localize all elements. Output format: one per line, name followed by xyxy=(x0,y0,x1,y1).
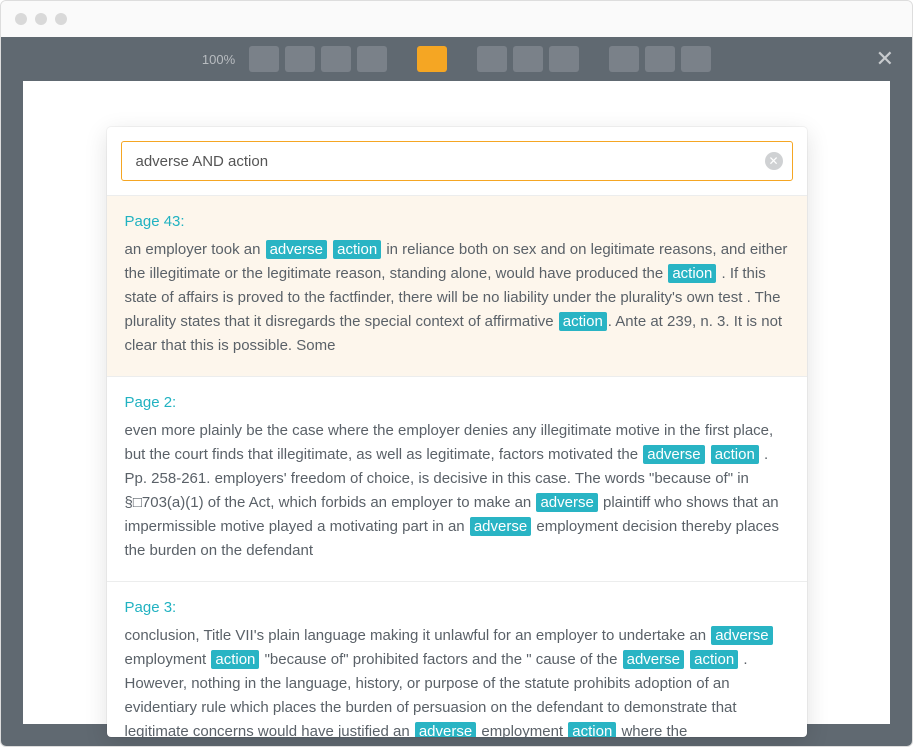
search-modal: ✕ Page 43: an employer took an adverse ac… xyxy=(107,127,807,737)
window-minimize-dot[interactable] xyxy=(35,13,47,25)
toolbar-button-9[interactable] xyxy=(645,46,675,72)
content-area: 100% ✕ and records which Hopkins had ama… xyxy=(1,37,912,746)
page-link[interactable]: Page 43: xyxy=(125,210,185,234)
search-results-list[interactable]: Page 43: an employer took an adverse acti… xyxy=(107,195,807,737)
search-highlight: adverse xyxy=(266,240,327,259)
search-input[interactable] xyxy=(121,141,793,181)
search-highlight: adverse xyxy=(643,445,704,464)
search-result[interactable]: Page 3: conclusion, Title VII's plain lan… xyxy=(107,581,807,737)
search-highlight: adverse xyxy=(711,626,772,645)
result-snippet: an employer took an adverse action in re… xyxy=(125,238,789,358)
toolbar-button-8[interactable] xyxy=(609,46,639,72)
toolbar-button-7[interactable] xyxy=(549,46,579,72)
search-highlight: adverse xyxy=(415,722,476,737)
search-highlight: action xyxy=(333,240,381,259)
page-link[interactable]: Page 2: xyxy=(125,391,177,415)
toolbar-button-6[interactable] xyxy=(513,46,543,72)
search-result[interactable]: Page 43: an employer took an adverse acti… xyxy=(107,195,807,376)
toolbar-button-4[interactable] xyxy=(357,46,387,72)
search-row: ✕ xyxy=(107,127,807,195)
titlebar xyxy=(1,1,912,37)
window-zoom-dot[interactable] xyxy=(55,13,67,25)
page-link[interactable]: Page 3: xyxy=(125,596,177,620)
clear-search-icon[interactable]: ✕ xyxy=(765,152,783,170)
search-highlight: action xyxy=(211,650,259,669)
result-snippet: even more plainly be the case where the … xyxy=(125,419,789,563)
search-highlight: action xyxy=(690,650,738,669)
search-highlight: adverse xyxy=(470,517,531,536)
toolbar-button-2[interactable] xyxy=(285,46,315,72)
close-icon[interactable]: ✕ xyxy=(876,48,894,70)
toolbar-button-search[interactable] xyxy=(417,46,447,72)
toolbar-button-3[interactable] xyxy=(321,46,351,72)
toolbar-button-5[interactable] xyxy=(477,46,507,72)
app-window: 100% ✕ and records which Hopkins had ama… xyxy=(0,0,913,747)
search-highlight: action xyxy=(568,722,616,737)
document-toolbar: 100% ✕ xyxy=(1,37,912,81)
window-close-dot[interactable] xyxy=(15,13,27,25)
search-result[interactable]: Page 2: even more plainly be the case whe… xyxy=(107,376,807,581)
search-box: ✕ xyxy=(121,141,793,181)
result-snippet: conclusion, Title VII's plain language m… xyxy=(125,624,789,737)
toolbar-button-10[interactable] xyxy=(681,46,711,72)
toolbar-button-1[interactable] xyxy=(249,46,279,72)
zoom-level-label: 100% xyxy=(202,52,235,67)
search-highlight: action xyxy=(559,312,607,331)
search-highlight: action xyxy=(711,445,759,464)
search-highlight: adverse xyxy=(623,650,684,669)
search-highlight: adverse xyxy=(536,493,597,512)
search-highlight: action xyxy=(668,264,716,283)
